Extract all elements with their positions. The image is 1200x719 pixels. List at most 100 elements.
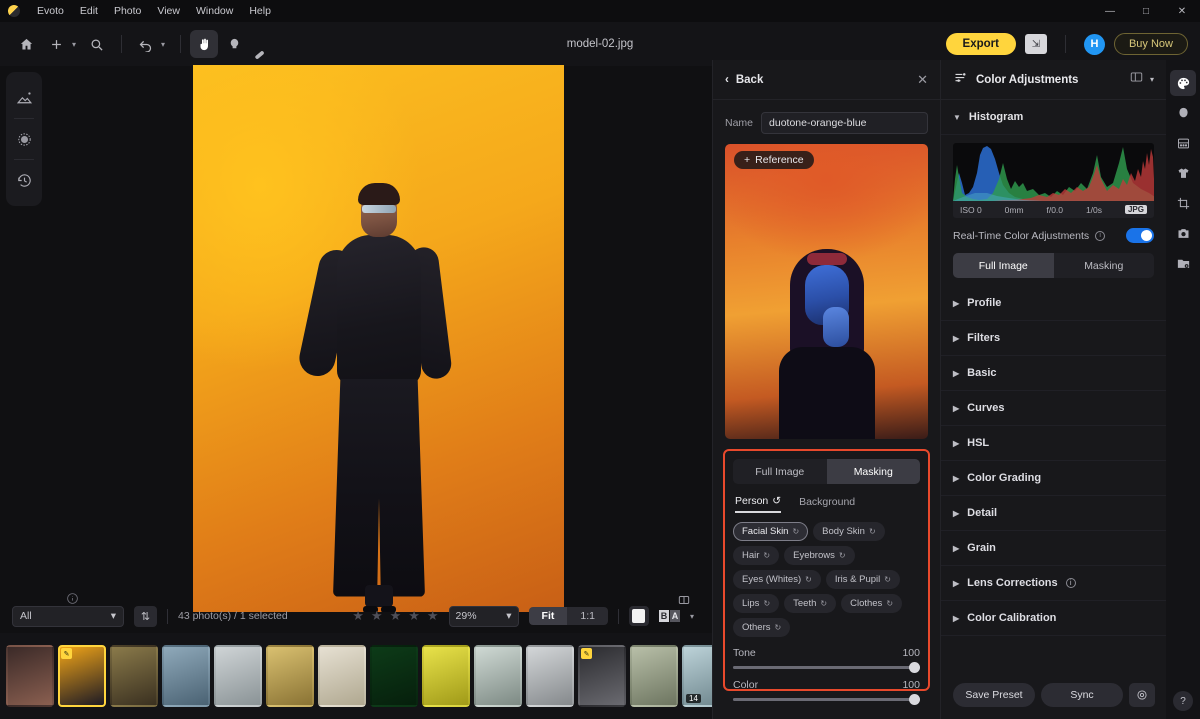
undo-icon[interactable] (131, 30, 159, 58)
chevron-down-icon[interactable]: ▾ (72, 40, 76, 49)
adjustment-section-grain[interactable]: ▶ Grain (941, 531, 1166, 566)
menu-item-photo[interactable]: Photo (106, 3, 149, 19)
mask-chip[interactable]: Hair ↻ (733, 546, 780, 565)
filmstrip-thumbnail[interactable] (630, 645, 678, 707)
mask-chip[interactable]: Others ↻ (733, 618, 791, 637)
subtab-background[interactable]: Background (799, 495, 855, 513)
filmstrip-thumbnail[interactable]: 14 (682, 645, 712, 707)
adjustment-section-lens-corrections[interactable]: ▶ Lens Corrections i (941, 566, 1166, 601)
image-adjust-icon[interactable] (6, 78, 42, 118)
tab-full-image[interactable]: Full Image (953, 253, 1054, 278)
filmstrip-thumbnail[interactable] (474, 645, 522, 707)
photo-canvas[interactable] (48, 60, 708, 616)
clothes-icon[interactable] (1170, 160, 1196, 186)
slider-knob[interactable] (909, 662, 920, 673)
mask-chip[interactable]: Eyebrows ↻ (784, 546, 855, 565)
adjustment-section-profile[interactable]: ▶ Profile (941, 286, 1166, 321)
maximize-icon[interactable]: □ (1128, 0, 1164, 22)
mask-chip[interactable]: Clothes ↻ (841, 594, 903, 613)
before-after-icon[interactable]: BA (658, 610, 680, 622)
filmstrip-thumbnail[interactable] (422, 645, 470, 707)
home-icon[interactable] (12, 30, 40, 58)
hand-icon[interactable] (190, 30, 219, 58)
tab-masking[interactable]: Masking (826, 459, 920, 484)
slider-knob[interactable] (909, 694, 920, 705)
reference-preview[interactable]: + Reference (725, 144, 928, 439)
history-icon[interactable] (6, 160, 42, 200)
info-icon[interactable]: i (1095, 230, 1106, 241)
realtime-toggle[interactable] (1126, 228, 1154, 243)
mask-chip[interactable]: Body Skin ↻ (813, 522, 885, 541)
chevron-down-icon[interactable]: ▾ (1150, 75, 1154, 84)
slider-track[interactable] (733, 662, 920, 673)
mask-chip[interactable]: Iris & Pupil ↻ (825, 570, 900, 589)
filmstrip-thumbnail[interactable]: ✎ (58, 645, 106, 707)
adjustment-section-color-calibration[interactable]: ▶ Color Calibration (941, 601, 1166, 636)
filmstrip-thumbnail[interactable] (266, 645, 314, 707)
sort-icon[interactable]: ⇅ (134, 605, 157, 627)
star-1[interactable]: ★ (352, 608, 364, 624)
info-icon[interactable]: i (1065, 578, 1076, 588)
back-button[interactable]: ‹ Back (725, 74, 763, 86)
share-icon[interactable]: ⇲ (1024, 34, 1047, 54)
filmstrip-thumbnail[interactable] (110, 645, 158, 707)
zoom-select[interactable]: 29% ▾ (448, 605, 519, 627)
menu-item-help[interactable]: Help (241, 3, 279, 19)
star-2[interactable]: ★ (371, 608, 383, 624)
filmstrip-thumbnail[interactable] (162, 645, 210, 707)
adjustment-section-detail[interactable]: ▶ Detail (941, 496, 1166, 531)
dodge-icon[interactable] (220, 30, 248, 58)
filmstrip-thumbnail[interactable] (318, 645, 366, 707)
filmstrip-thumbnail[interactable] (214, 645, 262, 707)
minimize-icon[interactable]: — (1092, 0, 1128, 22)
close-icon[interactable]: ✕ (1164, 0, 1200, 22)
palette-icon[interactable] (1170, 70, 1196, 96)
chevron-down-icon[interactable]: ▾ (161, 40, 165, 49)
export-button[interactable]: Export (945, 33, 1016, 55)
filmstrip-thumbnail[interactable]: ✎ (578, 645, 626, 707)
star-rating[interactable]: ★ ★ ★ ★ ★ (352, 608, 438, 624)
filmstrip[interactable]: ✎✎14✎ (0, 633, 712, 719)
buy-now-button[interactable]: Buy Now (1113, 33, 1188, 55)
gear-icon[interactable] (1129, 683, 1155, 707)
presets-icon[interactable] (6, 119, 42, 159)
filter-select[interactable]: All ▾ (12, 605, 124, 627)
menu-item-edit[interactable]: Edit (72, 3, 106, 19)
avatar[interactable]: H (1083, 33, 1105, 55)
adjustment-section-curves[interactable]: ▶ Curves (941, 391, 1166, 426)
sync-button[interactable]: Sync (1041, 683, 1123, 707)
folder-icon[interactable] (1170, 250, 1196, 276)
face-icon[interactable] (1170, 100, 1196, 126)
filmstrip-thumbnail[interactable] (526, 645, 574, 707)
one-to-one-button[interactable]: 1:1 (567, 607, 608, 625)
save-preset-button[interactable]: Save Preset (953, 683, 1035, 707)
adjustment-section-hsl[interactable]: ▶ HSL (941, 426, 1166, 461)
adjustment-section-filters[interactable]: ▶ Filters (941, 321, 1166, 356)
healing-brush-icon[interactable] (250, 30, 278, 59)
crop-icon[interactable] (1170, 190, 1196, 216)
tab-full-image[interactable]: Full Image (733, 459, 827, 484)
texture-icon[interactable] (1170, 130, 1196, 156)
star-3[interactable]: ★ (390, 608, 402, 624)
mask-chip[interactable]: Eyes (Whites) ↻ (733, 570, 821, 589)
tab-masking[interactable]: Masking (1054, 253, 1155, 278)
adjustment-section-color-grading[interactable]: ▶ Color Grading (941, 461, 1166, 496)
menu-item-window[interactable]: Window (188, 3, 241, 19)
chevron-down-icon[interactable]: ▾ (690, 612, 694, 621)
star-4[interactable]: ★ (408, 608, 420, 624)
mask-chip[interactable]: Facial Skin ↻ (733, 522, 809, 541)
mask-chip[interactable]: Lips ↻ (733, 594, 780, 613)
camera-icon[interactable] (1170, 220, 1196, 246)
search-icon[interactable] (82, 30, 110, 58)
adjustment-section-basic[interactable]: ▶ Basic (941, 356, 1166, 391)
slider-track[interactable] (733, 694, 920, 705)
star-5[interactable]: ★ (427, 608, 439, 624)
close-icon[interactable]: ✕ (917, 72, 928, 88)
menu-item-view[interactable]: View (149, 3, 188, 19)
filmstrip-thumbnail[interactable] (6, 645, 54, 707)
add-reference-button[interactable]: + Reference (734, 151, 814, 169)
panel-layout-icon[interactable] (1129, 70, 1144, 89)
add-icon[interactable] (42, 30, 70, 58)
filmstrip-thumbnail[interactable] (370, 645, 418, 707)
preset-name-input[interactable]: duotone-orange-blue (761, 112, 928, 134)
